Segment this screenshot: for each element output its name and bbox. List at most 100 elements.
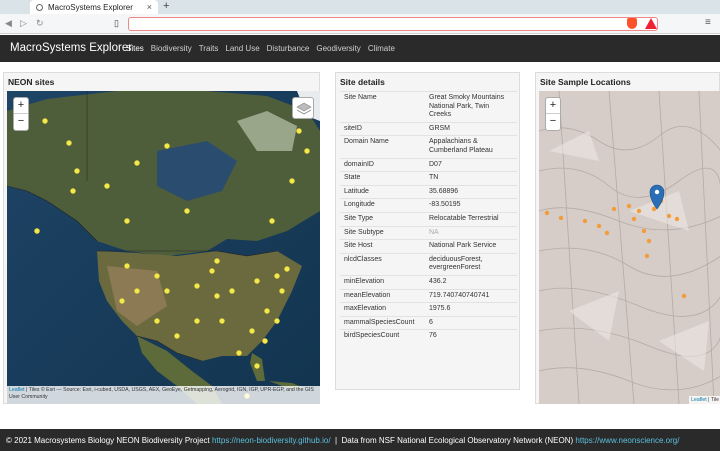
site-marker[interactable] [264, 308, 270, 314]
sample-marker[interactable] [644, 253, 650, 259]
site-marker[interactable] [42, 118, 48, 124]
detail-row: minElevation 436.2 [340, 274, 517, 289]
detail-key: Site Name [340, 91, 425, 123]
sample-markers[interactable] [539, 91, 720, 404]
close-tab-icon[interactable]: × [147, 2, 152, 12]
address-bar[interactable] [128, 17, 658, 31]
sample-marker[interactable] [611, 206, 617, 212]
layers-control[interactable] [292, 97, 314, 119]
detail-row: nlcdClasses deciduousForest, evergreenFor… [340, 252, 517, 276]
site-marker[interactable] [214, 293, 220, 299]
browser-tab[interactable]: MacroSystems Explorer × [30, 0, 158, 14]
detail-row: Site Subtype NA [340, 225, 517, 240]
site-marker[interactable] [164, 143, 170, 149]
neon-sites-map[interactable]: + − Leaflet | Tiles © Esri — Source: Esr… [7, 91, 320, 404]
site-marker[interactable] [124, 263, 130, 269]
site-marker[interactable] [304, 148, 310, 154]
detail-value: Relocatable Terrestrial [425, 211, 517, 227]
sample-marker[interactable] [626, 203, 632, 209]
site-marker[interactable] [124, 218, 130, 224]
zoom-in-button[interactable]: + [14, 98, 28, 114]
detail-value: 76 [425, 329, 517, 343]
site-marker[interactable] [154, 318, 160, 324]
samples-zoom-in-button[interactable]: + [546, 98, 560, 114]
site-marker[interactable] [164, 288, 170, 294]
sample-marker[interactable] [681, 293, 687, 299]
back-icon[interactable]: ◀ [5, 18, 12, 29]
detail-value: deciduousForest, evergreenForest [425, 252, 517, 276]
selected-site-pin-icon[interactable] [649, 184, 665, 210]
sample-marker[interactable] [641, 228, 647, 234]
brave-shield-icon[interactable] [627, 18, 637, 29]
site-marker[interactable] [184, 208, 190, 214]
site-marker[interactable] [289, 178, 295, 184]
site-marker[interactable] [66, 140, 72, 146]
nav-item-disturbance[interactable]: Disturbance [267, 44, 310, 53]
site-marker[interactable] [279, 288, 285, 294]
site-marker[interactable] [254, 278, 260, 284]
site-marker[interactable] [209, 268, 215, 274]
nav-item-geodiversity[interactable]: Geodiversity [316, 44, 360, 53]
site-marker[interactable] [34, 228, 40, 234]
site-marker[interactable] [249, 328, 255, 334]
detail-key: domainID [340, 157, 425, 172]
site-marker[interactable] [284, 266, 290, 272]
sample-marker[interactable] [636, 208, 642, 214]
leaflet-link[interactable]: Leaflet [9, 387, 25, 393]
detail-value: 1975.6 [425, 302, 517, 317]
site-marker[interactable] [236, 350, 242, 356]
sample-marker[interactable] [631, 216, 637, 222]
forward-icon[interactable]: ▷ [20, 18, 27, 29]
site-marker[interactable] [134, 160, 140, 166]
site-marker[interactable] [174, 333, 180, 339]
site-marker[interactable] [194, 283, 200, 289]
detail-key: Longitude [340, 198, 425, 213]
reload-icon[interactable]: ↻ [36, 18, 44, 29]
site-marker[interactable] [104, 183, 110, 189]
project-link[interactable]: https://neon-biodiversity.github.io/ [212, 436, 331, 445]
bookmark-icon[interactable]: ▯ [114, 18, 119, 29]
site-marker[interactable] [219, 318, 225, 324]
zoom-out-button[interactable]: − [14, 114, 28, 130]
nav-item-sites[interactable]: Sites [126, 44, 144, 53]
samples-leaflet-link[interactable]: Leaflet [691, 397, 707, 403]
detail-key: meanElevation [340, 288, 425, 303]
nav-item-land-use[interactable]: Land Use [225, 44, 259, 53]
samples-zoom-out-button[interactable]: − [546, 114, 560, 130]
nav-item-climate[interactable]: Climate [368, 44, 395, 53]
site-marker[interactable] [274, 273, 280, 279]
neon-site-markers[interactable] [7, 91, 320, 404]
sample-marker[interactable] [674, 216, 680, 222]
site-marker[interactable] [269, 218, 275, 224]
sample-marker[interactable] [604, 230, 610, 236]
browser-menu-icon[interactable]: ≡ [705, 17, 711, 28]
nav-menu: Sites Biodiversity Traits Land Use Disturban… [126, 44, 402, 53]
nav-item-biodiversity[interactable]: Biodiversity [151, 44, 192, 53]
site-marker[interactable] [274, 318, 280, 324]
site-marker[interactable] [70, 188, 76, 194]
new-tab-button[interactable]: + [163, 0, 169, 12]
detail-value: TN [425, 171, 517, 186]
sample-marker[interactable] [646, 238, 652, 244]
detail-value: 35.68896 [425, 184, 517, 199]
app-brand[interactable]: MacroSystems Explorer [10, 42, 132, 54]
sample-marker[interactable] [544, 210, 550, 216]
site-marker[interactable] [154, 273, 160, 279]
sample-marker[interactable] [582, 218, 588, 224]
neon-link[interactable]: https://www.neonscience.org/ [575, 436, 679, 445]
nav-item-traits[interactable]: Traits [199, 44, 219, 53]
sample-marker[interactable] [558, 215, 564, 221]
brave-rewards-icon[interactable] [645, 18, 657, 29]
site-marker[interactable] [262, 338, 268, 344]
site-marker[interactable] [194, 318, 200, 324]
site-marker[interactable] [254, 363, 260, 369]
sample-locations-map[interactable]: + − Leaflet | Tile [539, 91, 720, 404]
site-marker[interactable] [214, 258, 220, 264]
sample-marker[interactable] [666, 213, 672, 219]
site-marker[interactable] [119, 298, 125, 304]
sample-marker[interactable] [596, 223, 602, 229]
site-marker[interactable] [134, 288, 140, 294]
site-marker[interactable] [229, 288, 235, 294]
site-marker[interactable] [74, 168, 80, 174]
site-marker[interactable] [296, 128, 302, 134]
